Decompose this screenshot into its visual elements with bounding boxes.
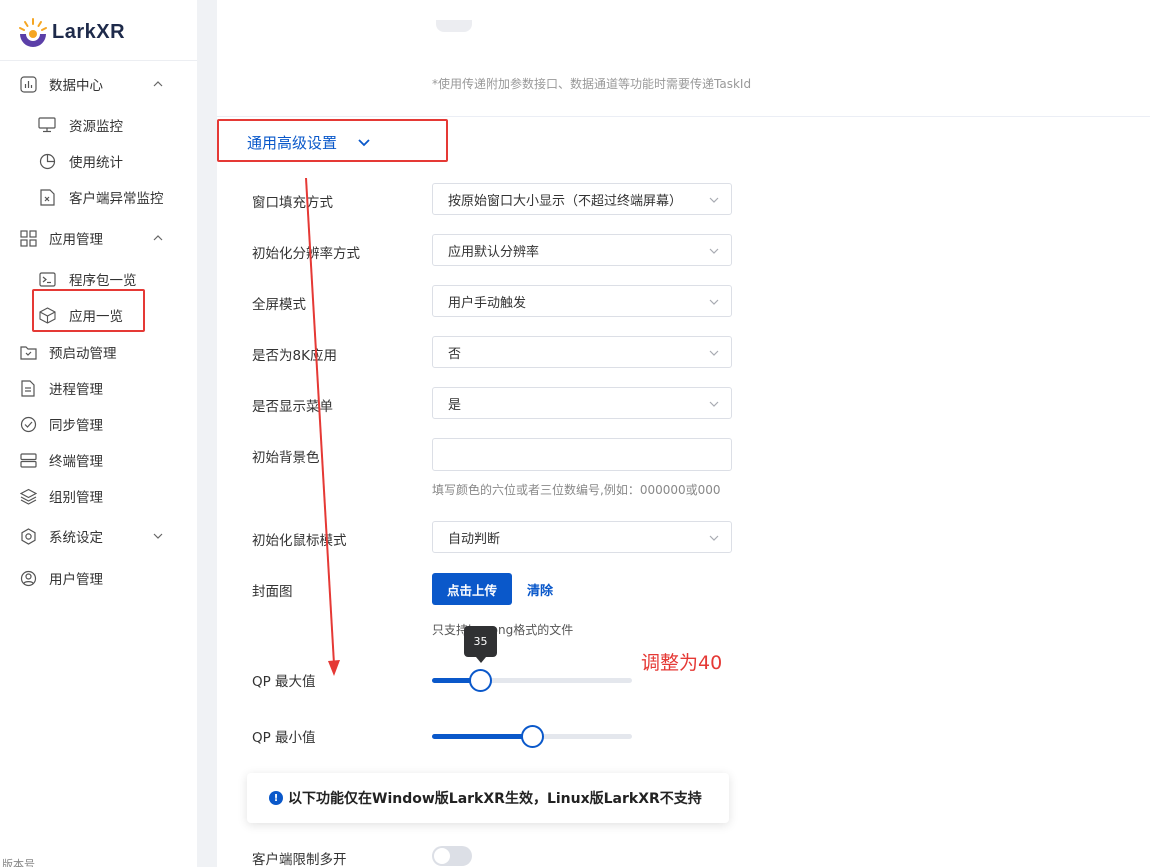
qp-min-slider[interactable] [432,724,632,748]
sidebar-item-client-error-monitor[interactable]: 客户端异常监控 [0,179,197,215]
annotation-box-section [217,119,448,162]
bg-color-hint: 填写颜色的六位或者三位数编号,例如：000000或000 [432,483,721,497]
sidebar-item-label: 使用统计 [69,155,123,171]
select-value: 用户手动触发 [448,295,527,311]
chevron-down-icon [709,535,719,541]
check-circle-icon [19,415,37,433]
chevron-up-icon [153,235,163,241]
sidebar-item-label: 程序包一览 [69,273,137,289]
sidebar-item-label: 客户端异常监控 [69,191,164,207]
clear-link[interactable]: 清除 [527,580,553,599]
qp-min-label: QP 最小值 [252,730,316,746]
window-fill-label: 窗口填充方式 [252,195,333,211]
version-label: 版本号 [2,858,35,867]
grid-icon [19,229,37,247]
user-icon [19,569,37,587]
select-value: 否 [448,346,462,362]
chevron-down-icon [709,248,719,254]
upload-button[interactable]: 点击上传 [432,573,512,605]
larkxr-logo-icon [19,18,47,47]
folder-icon [19,343,37,361]
annotation-text: 调整为40 [641,652,723,674]
terminal-icon [38,270,56,288]
slider-thumb[interactable] [521,725,544,748]
sidebar-item-label: 用户管理 [49,572,103,588]
is-8k-label: 是否为8K应用 [252,348,337,364]
notice-text: 以下功能仅在Window版LarkXR生效，Linux版LarkXR不支持 [288,791,702,807]
sidebar-item-label: 组别管理 [49,490,103,506]
chevron-down-icon [709,350,719,356]
fullscreen-label: 全屏模式 [252,297,306,313]
sidebar-item-groups[interactable]: 组别管理 [0,478,197,514]
platform-notice: ! 以下功能仅在Window版LarkXR生效，Linux版LarkXR不支持 [247,773,729,823]
sidebar-item-label: 同步管理 [49,418,103,434]
layers-icon [19,487,37,505]
annotation-box-sidebar [32,289,145,332]
is-8k-select[interactable]: 否 [432,336,732,368]
divider [217,116,1150,117]
sidebar-item-resource-monitor[interactable]: 资源监控 [0,107,197,143]
cover-label: 封面图 [252,584,293,600]
sidebar-item-label: 系统设定 [49,530,103,546]
document-icon [19,379,37,397]
fullscreen-select[interactable]: 用户手动触发 [432,285,732,317]
sidebar-item-terminal[interactable]: 终端管理 [0,442,197,478]
sidebar-item-system-settings[interactable]: 系统设定 [0,518,197,554]
sidebar-item-label: 预启动管理 [49,346,117,362]
divider [0,60,197,61]
show-menu-select[interactable]: 是 [432,387,732,419]
chart-box-icon [19,75,37,93]
select-value: 是 [448,397,462,413]
sidebar-item-sync[interactable]: 同步管理 [0,406,197,442]
chevron-down-icon [709,401,719,407]
client-multi-label: 客户端限制多开 [252,852,347,867]
sidebar-item-label: 进程管理 [49,382,103,398]
sidebar-item-data-center[interactable]: 数据中心 [0,66,197,102]
init-resolution-label: 初始化分辨率方式 [252,246,360,262]
select-value: 应用默认分辨率 [448,244,540,260]
qp-max-label: QP 最大值 [252,674,316,690]
slider-thumb[interactable] [469,669,492,692]
pie-chart-icon [38,152,56,170]
monitor-icon [38,116,56,134]
bg-color-label: 初始背景色 [252,450,320,466]
sidebar-item-process[interactable]: 进程管理 [0,370,197,406]
window-fill-select[interactable]: 按原始窗口大小显示（不超过终端屏幕） [432,183,732,215]
sidebar-item-label: 应用管理 [49,232,103,248]
sidebar-item-app-management[interactable]: 应用管理 [0,220,197,256]
chevron-down-icon [153,533,163,539]
taskid-toggle[interactable] [436,20,472,32]
client-multi-switch[interactable] [432,846,472,866]
mouse-mode-select[interactable]: 自动判断 [432,521,732,553]
sidebar: LarkXR 数据中心 资源监控 使用统计 客户端异常监控 应用管理 程序包一览… [0,0,197,867]
sidebar-item-users[interactable]: 用户管理 [0,560,197,596]
init-resolution-select[interactable]: 应用默认分辨率 [432,234,732,266]
logo[interactable]: LarkXR [16,14,125,50]
mouse-mode-label: 初始化鼠标模式 [252,533,347,549]
show-menu-label: 是否显示菜单 [252,399,333,415]
sidebar-item-usage-stats[interactable]: 使用统计 [0,143,197,179]
info-icon: ! [269,791,283,805]
taskid-note: *使用传递附加参数接口、数据通道等功能时需要传递TaskId [432,77,752,91]
brand-name: LarkXR [52,20,126,43]
cover-hint: 只支持jpg,png格式的文件 [432,623,574,637]
slider-fill [432,734,532,739]
server-icon [19,451,37,469]
doc-error-icon [38,188,56,206]
qp-max-slider[interactable] [432,668,632,692]
sidebar-item-label: 资源监控 [69,119,123,135]
sidebar-item-label: 数据中心 [49,78,103,94]
sidebar-item-prelaunch[interactable]: 预启动管理 [0,334,197,370]
slider-tooltip: 35 [464,626,497,663]
select-value: 按原始窗口大小显示（不超过终端屏幕） [448,193,683,209]
select-value: 自动判断 [448,531,501,547]
chevron-down-icon [709,197,719,203]
sidebar-item-label: 终端管理 [49,454,103,470]
bg-color-input[interactable] [432,438,732,471]
chevron-down-icon [709,299,719,305]
chevron-up-icon [153,81,163,87]
gear-icon [19,527,37,545]
layout-gutter [197,0,217,867]
switch-knob [434,848,450,864]
